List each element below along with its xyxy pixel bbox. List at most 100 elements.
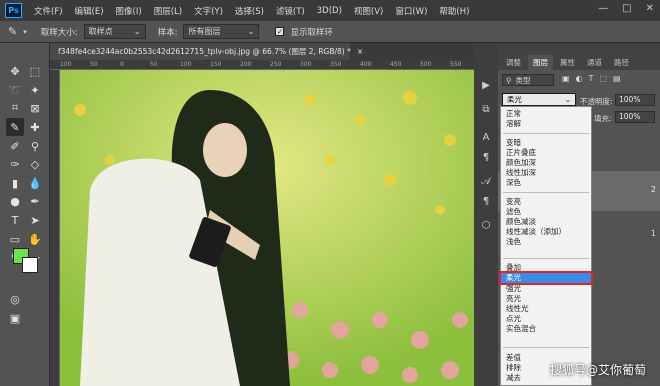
background-color-swatch[interactable] <box>22 257 38 273</box>
paragraph-icon[interactable]: ¶ <box>478 149 494 165</box>
eyedropper-tool-icon[interactable]: ✎ <box>6 118 24 136</box>
blend-mode-dropdown[interactable]: 柔光 ⌄ <box>502 93 576 106</box>
chevron-down-icon: ⌄ <box>247 27 255 36</box>
pixel-filter-icon[interactable]: ▣ <box>562 74 570 83</box>
menu-help[interactable]: 帮助(H) <box>433 5 475 17</box>
smart-object-filter-icon[interactable]: ▤ <box>613 74 621 83</box>
quick-select-tool-icon[interactable]: ✦ <box>26 81 44 99</box>
eraser-tool-icon[interactable]: ◇ <box>26 155 44 173</box>
blend-option[interactable]: 正片叠底 <box>501 148 591 158</box>
history-brush-icon[interactable]: ✑ <box>6 155 24 173</box>
blend-option[interactable]: 浅色 <box>501 237 591 247</box>
hand-tool-icon[interactable]: ✋ <box>26 230 44 248</box>
tab-paths[interactable]: 路径 <box>609 55 634 70</box>
blend-option[interactable]: 实色混合 <box>501 324 591 334</box>
menu-separator <box>503 347 589 348</box>
close-tab-icon[interactable]: × <box>357 47 363 56</box>
menu-3d[interactable]: 3D(D) <box>311 6 348 16</box>
tab-properties[interactable]: 属性 <box>555 55 580 70</box>
brush-tool-icon[interactable]: ✐ <box>6 137 24 155</box>
opacity-field[interactable]: 100% <box>615 94 655 106</box>
stamp-tool-icon[interactable]: ⚲ <box>26 137 44 155</box>
sample-dropdown[interactable]: 所有图层 ⌄ <box>183 24 260 39</box>
photo-woman-in-flower-field <box>60 70 474 386</box>
menu-filter[interactable]: 滤镜(T) <box>270 5 311 17</box>
tab-adjustments[interactable]: 调整 <box>501 55 526 70</box>
marquee-tool-icon[interactable]: ⬚ <box>26 62 44 80</box>
menu-window[interactable]: 窗口(W) <box>389 5 433 17</box>
layer-name: 1 <box>650 229 656 238</box>
ruler-tick: 0 <box>120 61 124 68</box>
blend-option[interactable]: 叠加 <box>501 263 591 273</box>
play-icon[interactable]: ▶ <box>478 77 494 93</box>
adjustment-filter-icon[interactable]: ◐ <box>576 74 583 83</box>
maximize-button[interactable]: □ <box>622 3 631 14</box>
blend-option[interactable]: 点光 <box>501 314 591 324</box>
document-tab[interactable]: f348fe4ce3244ac0b2553c42d2612715_tplv-ob… <box>50 43 363 60</box>
blend-option[interactable]: 强光 <box>501 284 591 294</box>
quick-mask-icon[interactable]: ◎ <box>6 290 24 308</box>
3d-icon[interactable]: ⬡ <box>478 217 494 233</box>
eyedropper-tool-icon[interactable]: ✎ <box>8 25 17 38</box>
blend-option-selected[interactable]: 柔光 <box>499 271 593 285</box>
layer-kind-filter[interactable]: ⚲ 类型 <box>502 74 554 86</box>
menu-file[interactable]: 文件(F) <box>28 5 69 17</box>
blur-tool-icon[interactable]: 💧 <box>26 174 44 192</box>
gradient-tool-icon[interactable]: ▮ <box>6 174 24 192</box>
photoshop-logo: Ps <box>5 3 22 18</box>
menu-edit[interactable]: 编辑(E) <box>69 5 110 17</box>
fill-field[interactable]: 100% <box>615 111 655 123</box>
tab-channels[interactable]: 通道 <box>582 55 607 70</box>
healing-brush-icon[interactable]: ✚ <box>26 118 44 136</box>
blend-option[interactable]: 变亮 <box>501 197 591 207</box>
frame-tool-icon[interactable]: ⊠ <box>26 99 44 117</box>
tool-preset-chevron-icon[interactable]: ▾ <box>23 28 27 36</box>
blend-option[interactable]: 颜色加深 <box>501 158 591 168</box>
blend-option[interactable]: 滤色 <box>501 207 591 217</box>
type-tool-icon[interactable]: T <box>6 211 24 229</box>
glyphs-icon[interactable]: 𝒜 <box>478 173 494 189</box>
type-filter-icon[interactable]: T <box>589 74 594 83</box>
menu-image[interactable]: 图像(I) <box>110 5 148 17</box>
menu-type[interactable]: 文字(Y) <box>188 5 229 17</box>
chevron-down-icon: ⌄ <box>564 95 571 104</box>
image-canvas[interactable] <box>60 70 474 386</box>
sample-size-dropdown[interactable]: 取样点 ⌄ <box>83 24 146 39</box>
show-ring-checkbox[interactable]: ✓ <box>275 27 285 36</box>
fill-label: 填充: <box>594 114 612 123</box>
screen-mode-icon[interactable]: ▣ <box>6 309 24 327</box>
close-button[interactable]: ✕ <box>646 3 654 14</box>
lasso-tool-icon[interactable]: ➰ <box>6 81 24 99</box>
tab-layers[interactable]: 图层 <box>528 55 553 70</box>
pen-tool-icon[interactable]: ✒ <box>26 192 44 210</box>
history-icon[interactable]: ⧉ <box>478 101 494 117</box>
move-tool-icon[interactable]: ✥ <box>6 62 24 80</box>
menu-view[interactable]: 视图(V) <box>348 5 389 17</box>
vertical-ruler <box>50 70 60 386</box>
blend-option[interactable]: 深色 <box>501 178 591 188</box>
horizontal-ruler: 100 50 0 50 100 150 200 250 300 350 400 450 500 550 <box>50 60 474 70</box>
blend-option[interactable]: 线性光 <box>501 304 591 314</box>
menu-select[interactable]: 选择(S) <box>229 5 270 17</box>
shape-tool-icon[interactable]: ▭ <box>6 230 24 248</box>
blend-option[interactable]: 颜色减淡 <box>501 217 591 227</box>
character-icon[interactable]: A <box>478 129 494 145</box>
paragraph-styles-icon[interactable]: ¶ <box>478 193 494 209</box>
crop-tool-icon[interactable]: ⌗ <box>6 99 24 117</box>
blend-option[interactable]: 线性加深 <box>501 168 591 178</box>
blend-option[interactable]: 线性减淡（添加） <box>501 227 591 237</box>
blend-option[interactable]: 变暗 <box>501 138 591 148</box>
ruler-tick: 50 <box>150 61 158 68</box>
blend-option[interactable]: 溶解 <box>501 119 591 129</box>
blend-option[interactable]: 亮光 <box>501 294 591 304</box>
document-tab-bar: f348fe4ce3244ac0b2553c42d2612715_tplv-ob… <box>50 43 474 60</box>
menu-layer[interactable]: 图层(L) <box>148 5 188 17</box>
sample-value: 所有图层 <box>188 27 221 36</box>
options-bar: ✎ ▾ 取样大小: 取样点 ⌄ 样本: 所有图层 ⌄ ✓ 显示取样环 <box>0 21 660 43</box>
tools-panel: ✥ ⬚ ➰ ✦ ⌗ ⊠ ✎ ✚ ✐ ⚲ ✑ ◇ ▮ 💧 ● ✒ T ➤ ▭ ✋ … <box>0 43 50 386</box>
path-select-tool-icon[interactable]: ➤ <box>26 211 44 229</box>
blend-option[interactable]: 正常 <box>501 109 591 119</box>
dodge-tool-icon[interactable]: ● <box>6 192 24 210</box>
shape-filter-icon[interactable]: ⬚ <box>599 74 607 83</box>
minimize-button[interactable]: — <box>598 3 608 14</box>
